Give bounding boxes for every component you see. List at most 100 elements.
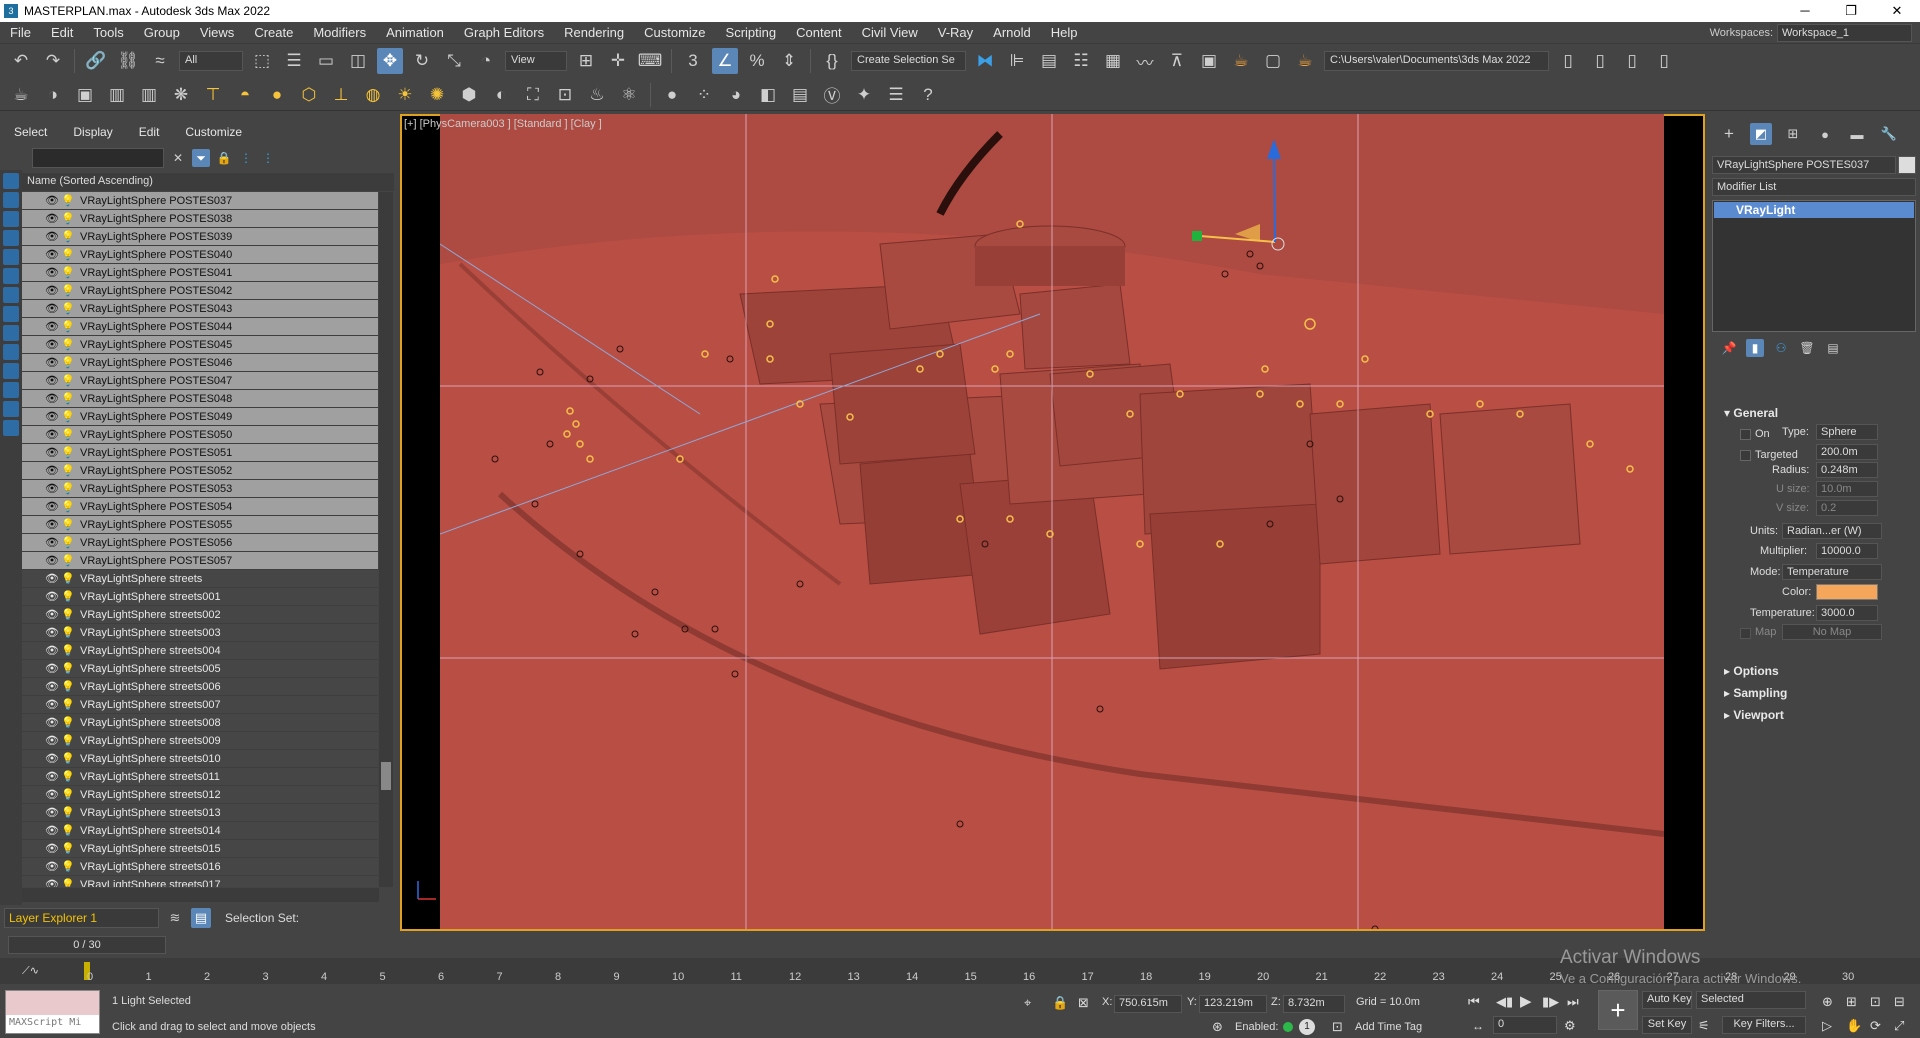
teapot-icon[interactable]: ☕ — [8, 82, 34, 108]
create-tab-icon[interactable]: + — [1718, 123, 1740, 145]
visibility-eye-icon[interactable]: 👁 — [44, 374, 60, 387]
rectangular-selection-icon[interactable]: ▭ — [313, 48, 339, 74]
light-bulb-icon[interactable]: 💡 — [60, 662, 76, 675]
visibility-eye-icon[interactable]: 👁 — [44, 626, 60, 639]
list-item[interactable]: 👁 💡 VRayLightSphere POSTES037 — [22, 192, 378, 210]
menu-help[interactable]: Help — [1041, 25, 1088, 40]
toggle-layer-explorer-icon[interactable]: ☷ — [1068, 48, 1094, 74]
material-editor-icon[interactable]: ▣ — [1196, 48, 1222, 74]
vray-sun-icon[interactable]: ☀ — [392, 82, 418, 108]
layer-explorer-dropdown[interactable]: Layer Explorer 1 — [4, 908, 159, 928]
zoom-extents-icon[interactable]: ⊡ — [1870, 994, 1881, 1010]
vray-lister-icon[interactable]: ▤ — [787, 82, 813, 108]
visibility-eye-icon[interactable]: 👁 — [44, 428, 60, 441]
display-frozen-icon[interactable] — [3, 382, 19, 398]
vray-help-icon[interactable]: ? — [915, 82, 941, 108]
maximize-viewport-icon[interactable]: ⤢ — [1894, 1018, 1904, 1034]
align-icon[interactable]: ⊫ — [1004, 48, 1030, 74]
goto-end-icon[interactable]: ⏭ — [1567, 994, 1579, 1010]
light-color-swatch[interactable] — [1816, 584, 1878, 600]
visibility-eye-icon[interactable]: 👁 — [44, 464, 60, 477]
project-open-icon[interactable]: ▯ — [1619, 48, 1645, 74]
hierarchy-tab-icon[interactable]: ⊞ — [1782, 123, 1804, 145]
visibility-eye-icon[interactable]: 👁 — [44, 338, 60, 351]
vray-fur-tool-icon[interactable]: ♨ — [584, 82, 610, 108]
display-none-icon[interactable] — [3, 173, 19, 189]
field-of-view-icon[interactable]: ▷ — [1822, 1018, 1832, 1034]
vray-sky-icon[interactable]: ✺ — [424, 82, 450, 108]
menu-civil-view[interactable]: Civil View — [852, 25, 928, 40]
list-item[interactable]: 👁 💡 VRayLightSphere POSTES038 — [22, 210, 378, 228]
project-settings-icon[interactable]: ▯ — [1651, 48, 1677, 74]
visibility-eye-icon[interactable]: 👁 — [44, 302, 60, 315]
y-coordinate[interactable]: 123.219m — [1199, 995, 1267, 1013]
list-item[interactable]: 👁 💡 VRayLightSphere streets010 — [22, 750, 378, 768]
display-lights-icon[interactable] — [3, 230, 19, 246]
visibility-eye-icon[interactable]: 👁 — [44, 356, 60, 369]
visibility-eye-icon[interactable]: 👁 — [44, 500, 60, 513]
vray-sphere-light-icon[interactable]: ● — [264, 82, 290, 108]
rollout-options[interactable]: ▸ Options — [1712, 662, 1916, 680]
light-bulb-icon[interactable]: 💡 — [60, 284, 76, 297]
list-item[interactable]: 👁 💡 VRayLightSphere streets003 — [22, 624, 378, 642]
explorer-menu-display[interactable]: Display — [73, 125, 112, 139]
visibility-eye-icon[interactable]: 👁 — [44, 716, 60, 729]
mini-curve-editor-icon[interactable]: ⟋∿ — [22, 964, 39, 978]
bind-spacewarp-icon[interactable]: ≈ — [147, 48, 173, 74]
list-item[interactable]: 👁 💡 VRayLightSphere POSTES039 — [22, 228, 378, 246]
rendered-frame-window-icon[interactable]: ▢ — [1260, 48, 1286, 74]
units-dropdown[interactable]: Radian...er (W) — [1782, 523, 1882, 539]
menu-scripting[interactable]: Scripting — [716, 25, 787, 40]
select-manipulate-icon[interactable]: ✛ — [605, 48, 631, 74]
time-slider[interactable]: 0 / 30 — [8, 936, 166, 954]
list-item[interactable]: 👁 💡 VRayLightSphere streets002 — [22, 606, 378, 624]
type-dropdown[interactable]: Sphere — [1816, 424, 1878, 440]
render-setup-icon[interactable]: ☕ — [1228, 48, 1254, 74]
schematic-view-icon[interactable]: ⊼ — [1164, 48, 1190, 74]
name-column-header[interactable]: Name (Sorted Ascending) — [22, 173, 394, 191]
hierarchy-icon[interactable]: ⋮ — [238, 150, 254, 166]
visibility-eye-icon[interactable]: 👁 — [44, 662, 60, 675]
zoom-icon[interactable]: ⊕ — [1822, 994, 1833, 1010]
visibility-eye-icon[interactable]: 👁 — [44, 446, 60, 459]
map-button[interactable]: No Map — [1782, 624, 1882, 640]
snaps-toggle-icon[interactable]: 3 — [680, 48, 706, 74]
key-mode-icon[interactable]: ↔ — [1472, 1019, 1484, 1033]
info-icon[interactable]: 1 — [1299, 1019, 1315, 1035]
workspace-dropdown[interactable]: Workspace_1 — [1777, 24, 1912, 42]
light-bulb-icon[interactable]: 💡 — [60, 842, 76, 855]
clear-search-icon[interactable]: ✕ — [170, 150, 186, 166]
list-item[interactable]: 👁 💡 VRayLightSphere streets014 — [22, 822, 378, 840]
light-bulb-icon[interactable]: 💡 — [60, 878, 76, 887]
close-button[interactable]: ✕ — [1874, 0, 1920, 22]
menu-content[interactable]: Content — [786, 25, 852, 40]
visibility-eye-icon[interactable]: 👁 — [44, 788, 60, 801]
show-end-result-icon[interactable]: ▮ — [1746, 339, 1764, 357]
light-bulb-icon[interactable]: 💡 — [60, 464, 76, 477]
vray-light-lister-icon[interactable]: ✦ — [851, 82, 877, 108]
light-bulb-icon[interactable]: 💡 — [60, 644, 76, 657]
list-item[interactable]: 👁 💡 VRayLightSphere POSTES040 — [22, 246, 378, 264]
key-filters-icon[interactable]: ⚟ — [1698, 1018, 1710, 1034]
vray-render-icon[interactable]: ◑ — [40, 82, 66, 108]
light-bulb-icon[interactable]: 💡 — [60, 428, 76, 441]
light-bulb-icon[interactable]: 💡 — [60, 320, 76, 333]
menu-rendering[interactable]: Rendering — [554, 25, 634, 40]
display-containers-icon[interactable] — [3, 363, 19, 379]
toggle-ribbon-icon[interactable]: ▦ — [1100, 48, 1126, 74]
list-item[interactable]: 👁 💡 VRayLightSphere POSTES043 — [22, 300, 378, 318]
menu-animation[interactable]: Animation — [376, 25, 454, 40]
vray-physical-camera-icon[interactable]: ⛶ — [520, 82, 546, 108]
light-bulb-icon[interactable]: 💡 — [60, 536, 76, 549]
visibility-eye-icon[interactable]: 👁 — [44, 194, 60, 207]
vray-material-library-icon[interactable]: ⁘ — [691, 82, 717, 108]
redo-icon[interactable]: ↷ — [40, 48, 66, 74]
x-coordinate[interactable]: 750.615m — [1114, 995, 1182, 1013]
visibility-eye-icon[interactable]: 👁 — [44, 518, 60, 531]
light-bulb-icon[interactable]: 💡 — [60, 212, 76, 225]
display-cameras-icon[interactable] — [3, 249, 19, 265]
maxscript-listener[interactable]: MAXScript Mi — [5, 990, 100, 1034]
list-item[interactable]: 👁 💡 VRayLightSphere POSTES054 — [22, 498, 378, 516]
project-new-icon[interactable]: ▯ — [1587, 48, 1613, 74]
link-icon[interactable]: 🔗 — [83, 48, 109, 74]
